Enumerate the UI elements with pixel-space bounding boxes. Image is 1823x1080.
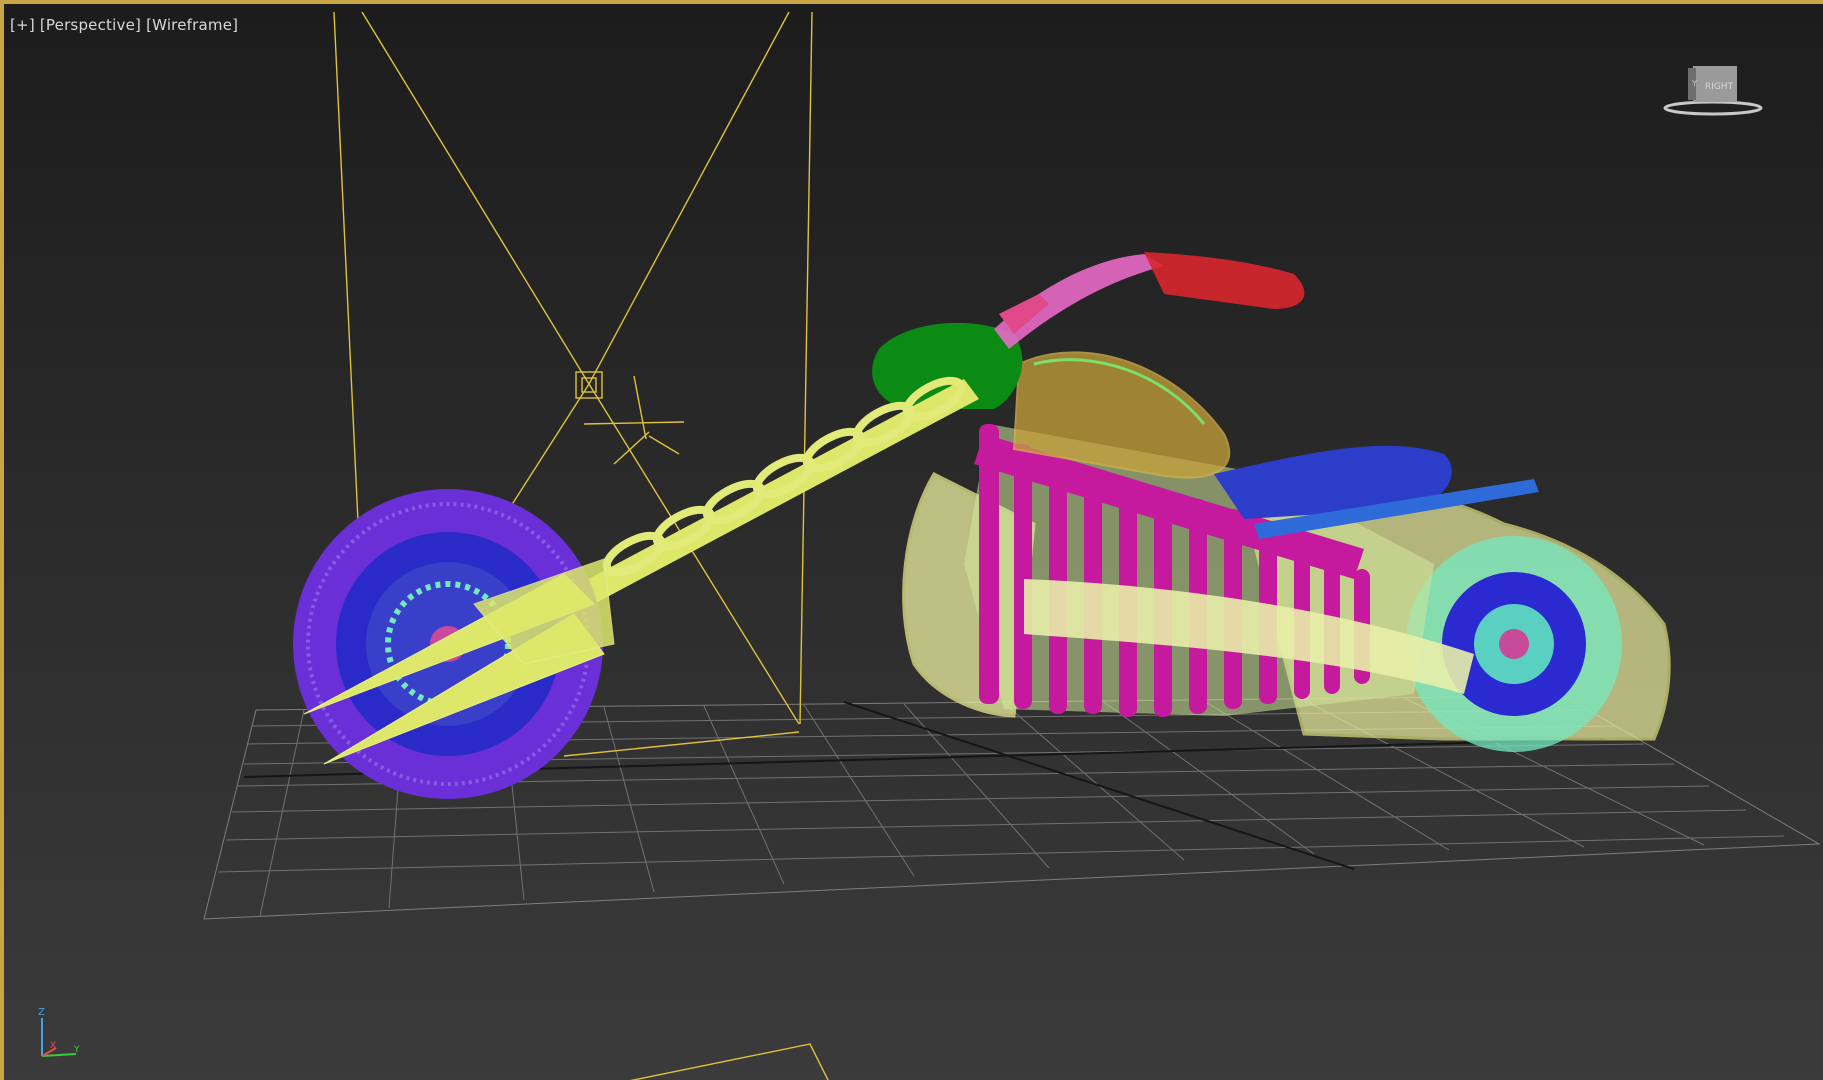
viewcube-face-label: RIGHT	[1705, 82, 1734, 92]
axis-z-label: Z	[38, 1007, 45, 1018]
viewcube-corner-label: Y	[1691, 79, 1697, 88]
handlebars	[994, 252, 1305, 349]
axis-tripod-icon: Z X Y	[38, 1007, 80, 1057]
viewcube-icon[interactable]: RIGHT Y	[1663, 62, 1763, 122]
perspective-viewport[interactable]: [+] [Perspective] [Wireframe] Z X Y RIGH…	[0, 0, 1823, 1080]
axis-x-label: X	[50, 1041, 56, 1051]
scene-canvas: Z X Y	[38, 11, 1821, 1080]
axis-y-label: Y	[73, 1045, 80, 1055]
